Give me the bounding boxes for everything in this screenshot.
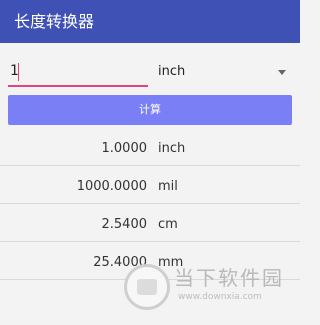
watermark-title: 当下软件园 [174,266,284,290]
watermark-url: www.downxia.com [178,292,262,302]
unit-dropdown-selected: inch [158,64,186,79]
text-cursor [18,63,19,81]
result-unit: inch [158,141,186,156]
input-row: inch [8,57,292,89]
result-value: 2.5400 [101,217,148,232]
result-value: 1000.0000 [76,179,147,194]
result-unit: mil [158,179,178,194]
result-value: 1.0000 [101,141,148,156]
app-bar: 长度转换器 [0,0,300,43]
result-unit: cm [158,217,178,232]
watermark-logo-icon [124,264,170,310]
unit-dropdown[interactable]: inch [158,57,292,87]
dropdown-caret-icon [278,70,286,75]
calculate-button[interactable]: 计算 [8,95,292,125]
watermark: 当下软件园 www.downxia.com [120,258,300,320]
calculate-button-label: 计算 [139,103,161,116]
result-row-mil: 1000.0000 mil [0,171,300,204]
length-value-input[interactable] [8,57,148,87]
result-row-cm: 2.5400 cm [0,209,300,242]
app-title: 长度转换器 [14,12,95,31]
result-row-inch: 1.0000 inch [0,133,300,166]
